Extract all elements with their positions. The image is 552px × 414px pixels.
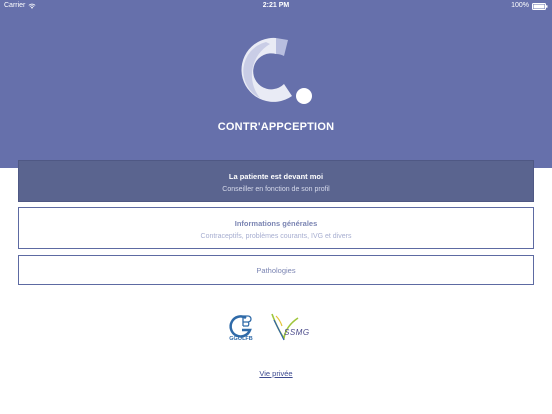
status-time: 2:21 PM [262, 2, 290, 9]
general-information-button[interactable]: Informations générales Contraceptifs, pr… [18, 207, 534, 249]
ggolfb-label: GGOLFB [229, 336, 253, 342]
patient-present-button[interactable]: La patiente est devant moi Conseiller en… [18, 160, 534, 202]
privacy-link[interactable]: Vie privée [0, 369, 552, 378]
card-title: La patiente est devant moi [228, 172, 324, 181]
battery-label: 100% [511, 2, 529, 9]
card-subtitle: Contraceptifs, problèmes courants, IVG e… [200, 233, 352, 240]
pathologies-button[interactable]: Pathologies [18, 255, 534, 285]
ssmg-label: SSMG [284, 328, 310, 337]
app-logo-icon [241, 37, 312, 104]
card-title: Informations générales [234, 219, 318, 228]
card-title: Pathologies [256, 266, 296, 275]
card-subtitle: Conseiller en fonction de son profil [222, 186, 330, 193]
app-screen: Carrier 2:21 PM 100% CONTR'APPCEPTION La… [0, 0, 552, 414]
status-right: 100% [511, 0, 548, 12]
status-bar: Carrier 2:21 PM 100% [0, 0, 552, 12]
app-title: CONTR'APPCEPTION [217, 121, 335, 133]
battery-icon [532, 2, 548, 10]
